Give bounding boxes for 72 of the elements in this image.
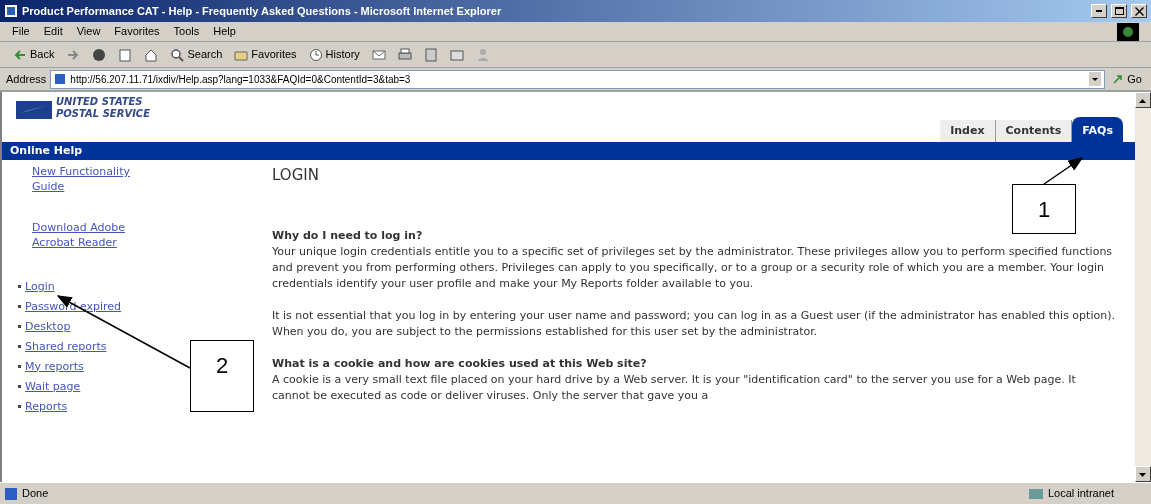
- clock-icon: [308, 47, 323, 62]
- bullet-icon: [18, 284, 21, 288]
- sidebar-link[interactable]: Login: [25, 278, 55, 294]
- menu-item[interactable]: Help: [213, 23, 236, 40]
- stop-icon: [92, 47, 107, 62]
- envelope-icon: [371, 47, 386, 62]
- tab[interactable]: Index: [940, 119, 996, 142]
- bullet-icon: [18, 364, 21, 368]
- printer-icon: [397, 47, 412, 62]
- answer-paragraph: Your unique login credentials entitle you to a specific set of privileges set by the administrator. These privileges allow you to perform specified functions and prevent you from performing others. Privileges can apply to you specifically, or to a group or a security role of which you are a member. Your login credentials identify your user profile and make your My Reports folder available to you.: [272, 244, 1114, 292]
- window-title: Product Performance CAT - Help - Frequently Asked Questions - Microsoft Internet Explorer: [22, 3, 503, 19]
- sidebar-link[interactable]: Download Adobe Acrobat Reader: [32, 220, 152, 250]
- menu-item[interactable]: Edit: [43, 23, 63, 40]
- banner-title: Online Help: [2, 142, 1135, 160]
- sidebar-link[interactable]: Desktop: [25, 318, 71, 334]
- maximize-button[interactable]: [1111, 4, 1127, 18]
- bullet-icon: [18, 324, 21, 328]
- answer-paragraph: A cookie is a very small text file placed on your hard drive by a Web server. It is your "identification card" to the server you use for a Web page. It cannot be executed as code or deliver viruses. Only the server that gave you a: [272, 372, 1077, 404]
- down-arrow-icon: [1139, 472, 1147, 478]
- network-icon: [1027, 486, 1044, 501]
- menu-item[interactable]: File: [12, 23, 30, 40]
- browser-icon: [4, 4, 18, 18]
- bullet-icon: [18, 344, 21, 348]
- sidebar-link[interactable]: Shared reports: [25, 338, 107, 354]
- status-text: Done: [22, 486, 50, 502]
- sidebar-link[interactable]: Password expired: [25, 298, 122, 314]
- question-heading: What is a cookie and how are cookies used at this Web site?: [272, 356, 648, 372]
- menu-item[interactable]: Favorites: [114, 23, 160, 40]
- page-title: LOGIN: [272, 166, 319, 184]
- back-button[interactable]: Back: [10, 45, 58, 64]
- bullet-icon: [18, 404, 21, 408]
- favorites-button[interactable]: Favorites: [231, 45, 300, 64]
- callout-number: 2: [190, 340, 254, 412]
- bullet-icon: [18, 304, 21, 308]
- person-icon: [475, 47, 490, 62]
- document-icon: [423, 47, 438, 62]
- scrollbar[interactable]: [1135, 92, 1151, 482]
- back-arrow-icon: [13, 47, 27, 62]
- close-icon: [1134, 6, 1144, 16]
- history-button[interactable]: History: [305, 45, 363, 64]
- scroll-up-button[interactable]: [1135, 92, 1151, 108]
- sidebar-link[interactable]: Wait page: [25, 378, 81, 394]
- answer-paragraph: It is not essential that you log in by entering your user name and password; you can log in as a Guest user (if the administrator has enabled this option). When you do, you are subject to the permissions established for this user set by the administrator.: [272, 308, 1116, 340]
- tab[interactable]: Contents: [995, 119, 1073, 142]
- bullet-icon: [18, 384, 21, 388]
- tab[interactable]: FAQs: [1072, 116, 1123, 142]
- home-icon: [144, 47, 159, 62]
- security-zone: Local intranet: [1047, 486, 1114, 502]
- sidebar-link[interactable]: My reports: [25, 358, 84, 374]
- up-arrow-icon: [1139, 98, 1147, 104]
- address-label: Address: [6, 71, 47, 87]
- address-field[interactable]: http://56.207.11.71/ixdiv/Help.asp?lang=1033&FAQId=0&ContentId=3&tab=3: [50, 69, 1106, 89]
- go-button[interactable]: Go: [1109, 69, 1145, 89]
- callout-number: 1: [1012, 184, 1076, 234]
- question-heading: Why do I need to log in?: [272, 228, 424, 244]
- window-icon: [449, 47, 464, 62]
- close-button[interactable]: [1131, 4, 1147, 18]
- go-arrow-icon: [1112, 73, 1125, 85]
- menu-item[interactable]: View: [76, 23, 101, 40]
- sidebar-link[interactable]: Reports: [25, 398, 68, 414]
- search-icon: [170, 47, 185, 62]
- maximize-icon: [1114, 7, 1124, 15]
- minimize-button[interactable]: [1091, 4, 1107, 18]
- menu-item[interactable]: Tools: [173, 23, 200, 40]
- browser-logo-icon: [1117, 22, 1139, 41]
- sidebar-link[interactable]: New Functionality Guide: [32, 164, 152, 194]
- forward-arrow-icon: [66, 47, 81, 62]
- scroll-down-button[interactable]: [1135, 466, 1151, 482]
- callout-arrow: [1043, 157, 1084, 185]
- search-button[interactable]: Search: [167, 45, 226, 64]
- minimize-icon: [1096, 10, 1102, 12]
- logo-text: UNITED STATES POSTAL SERVICE: [56, 96, 151, 120]
